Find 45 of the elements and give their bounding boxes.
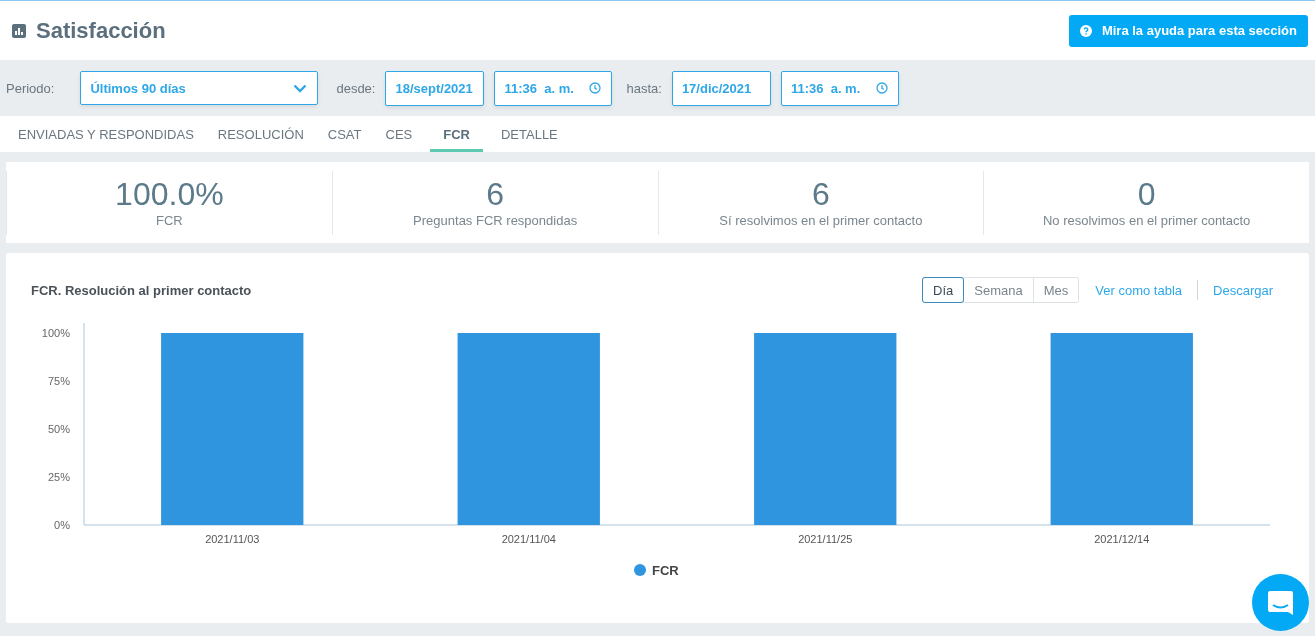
y-tick-label: 25% bbox=[47, 471, 70, 483]
clock-icon bbox=[875, 82, 888, 94]
stat-value: 100.0% bbox=[115, 177, 224, 211]
legend-label: FCR bbox=[652, 563, 679, 578]
stat-value: 0 bbox=[1137, 177, 1156, 211]
clock-icon bbox=[589, 82, 602, 94]
page-title: Satisfacción bbox=[36, 17, 166, 44]
chart-title: FCR. Resolución al primer contacto bbox=[31, 282, 253, 298]
stat-label: Sí resolvimos en el primer contacto bbox=[719, 213, 923, 228]
y-tick-label: 0% bbox=[54, 519, 70, 531]
y-tick-label: 75% bbox=[47, 375, 70, 387]
link[interactable]: Ver como tabla bbox=[1095, 282, 1183, 298]
tab[interactable]: DETALLE bbox=[494, 116, 564, 152]
period-label: Periodo: bbox=[6, 80, 55, 96]
period-toggle[interactable]: Mes bbox=[1032, 278, 1079, 302]
x-tick-label: 2021/11/03 bbox=[205, 533, 260, 545]
stat-label: No resolvimos en el primer contacto bbox=[1042, 213, 1251, 228]
period-toggle[interactable]: Día bbox=[923, 278, 964, 302]
date-label: desde: bbox=[336, 80, 376, 96]
stat-value: 6 bbox=[486, 177, 504, 211]
link[interactable]: Descargar bbox=[1213, 282, 1273, 298]
chat-button[interactable] bbox=[1252, 574, 1309, 631]
tab[interactable]: RESOLUCIÓN bbox=[211, 116, 310, 152]
time-field[interactable]: 11:36 a. m. bbox=[780, 70, 899, 106]
x-tick-label: 2021/12/14 bbox=[1094, 533, 1150, 545]
tab[interactable]: CES bbox=[379, 116, 419, 152]
chart-icon bbox=[12, 23, 26, 38]
time-field[interactable]: 11:36 a. m. bbox=[494, 70, 613, 106]
help-icon bbox=[1079, 24, 1092, 37]
stat-label: FCR bbox=[156, 213, 183, 228]
stat-value: 6 bbox=[811, 177, 830, 211]
tab[interactable]: CSAT bbox=[321, 116, 368, 152]
chevron-down-icon bbox=[293, 83, 308, 93]
help-button[interactable]: Mira la ayuda para esta sección bbox=[1068, 14, 1308, 47]
y-tick-label: 50% bbox=[47, 423, 70, 435]
date-label: hasta: bbox=[626, 80, 662, 96]
tab[interactable]: ENVIADAS Y RESPONDIDAS bbox=[12, 116, 200, 152]
tab[interactable]: FCR bbox=[430, 116, 483, 152]
x-tick-label: 2021/11/04 bbox=[501, 533, 556, 545]
date-field[interactable]: 17/dic/2021 bbox=[671, 70, 771, 106]
x-tick-label: 2021/11/25 bbox=[798, 533, 853, 545]
date-field[interactable]: 18/sept/2021 bbox=[385, 70, 485, 106]
period-dropdown[interactable]: Últimos 90 días bbox=[80, 71, 319, 105]
y-tick-label: 100% bbox=[41, 327, 70, 339]
stat-label: Preguntas FCR respondidas bbox=[413, 213, 578, 228]
